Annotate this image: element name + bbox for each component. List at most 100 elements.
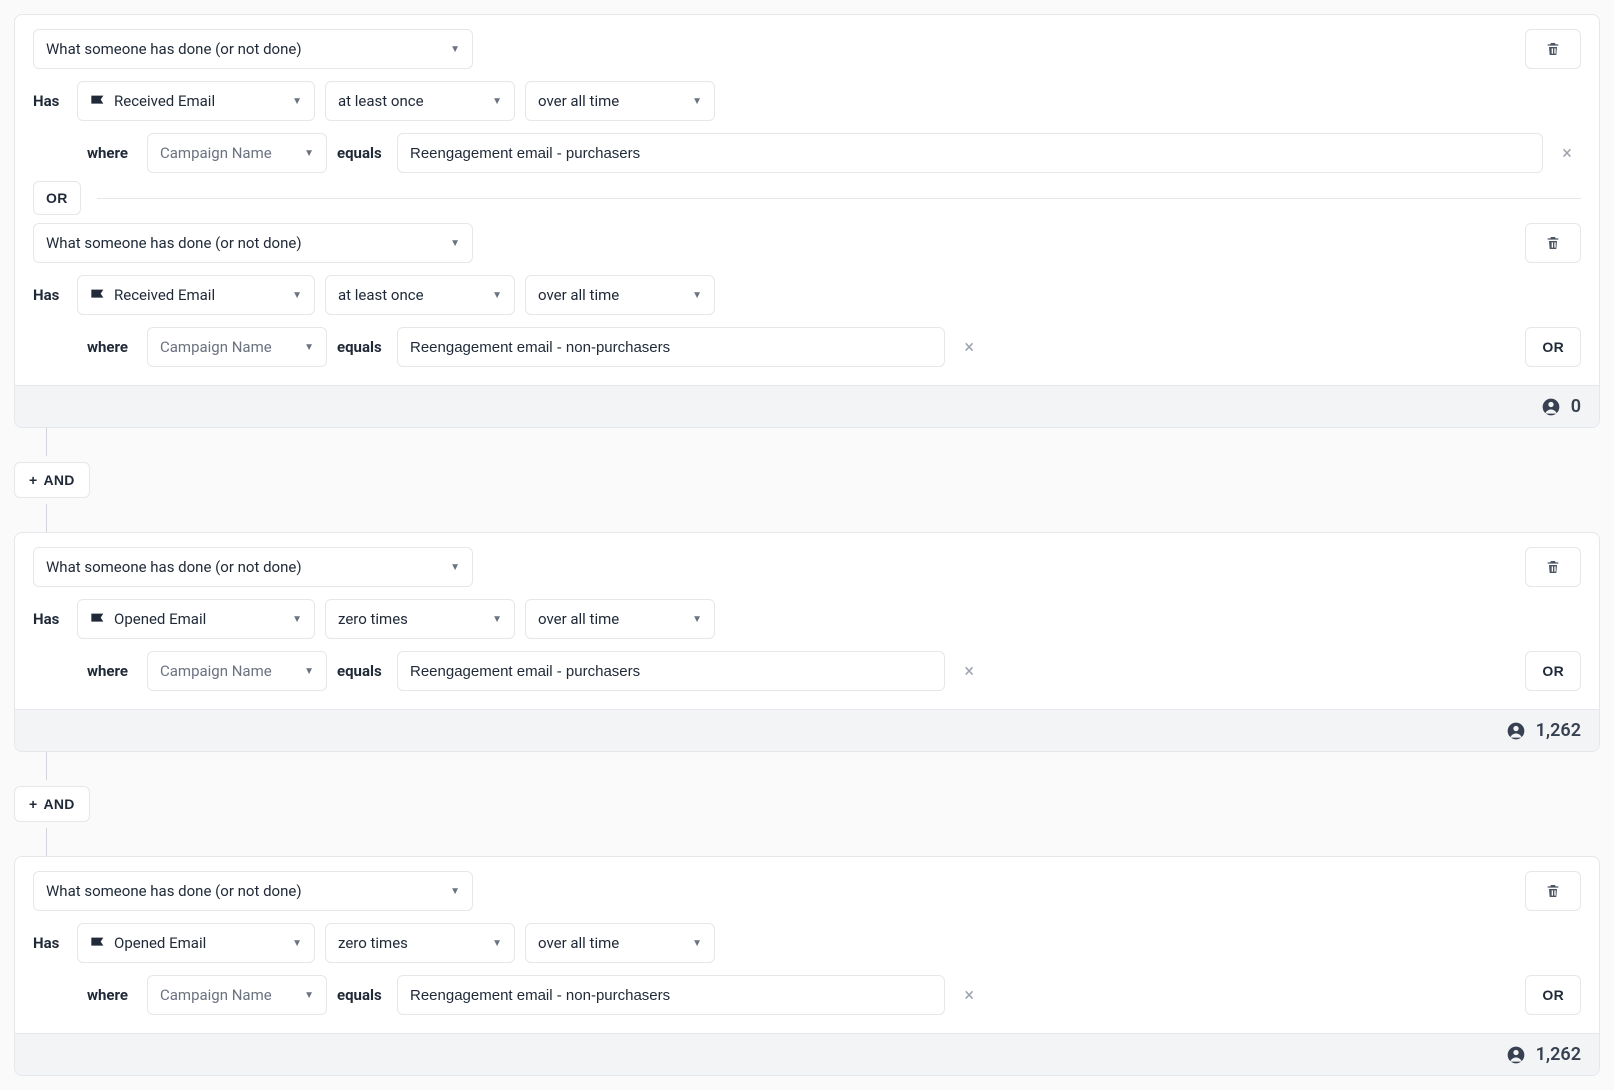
where-value-input[interactable] <box>397 327 945 367</box>
block-footer: 1,262 <box>15 1033 1599 1075</box>
where-value-input[interactable] <box>397 651 945 691</box>
metric-label: Received Email <box>114 286 215 304</box>
member-count: 0 <box>1571 396 1581 417</box>
add-and-button[interactable]: + AND <box>14 462 90 498</box>
delete-button[interactable] <box>1525 547 1581 587</box>
equals-label: equals <box>337 662 387 680</box>
chevron-down-icon: ▼ <box>292 96 302 107</box>
where-label: where <box>87 986 137 1004</box>
condition-block-2: What someone has done (or not done) ▼ Ha… <box>14 532 1600 752</box>
frequency-select[interactable]: zero times ▼ <box>325 923 515 963</box>
time-label: over all time <box>538 92 619 110</box>
chevron-down-icon: ▼ <box>292 614 302 625</box>
member-count: 1,262 <box>1536 1044 1581 1065</box>
has-label: Has <box>33 286 67 304</box>
chevron-down-icon: ▼ <box>450 44 460 55</box>
chevron-down-icon: ▼ <box>304 666 314 677</box>
where-attribute-label: Campaign Name <box>160 338 272 356</box>
condition-block-1: What someone has done (or not done) ▼ Ha… <box>14 14 1600 428</box>
chevron-down-icon: ▼ <box>450 886 460 897</box>
delete-button[interactable] <box>1525 223 1581 263</box>
chevron-down-icon: ▼ <box>692 290 702 301</box>
flag-icon <box>90 288 106 302</box>
or-label: OR <box>1542 663 1564 679</box>
or-label: OR <box>46 190 68 206</box>
trigger-label: What someone has done (or not done) <box>46 234 302 252</box>
chevron-down-icon: ▼ <box>492 96 502 107</box>
metric-select[interactable]: Opened Email ▼ <box>77 599 315 639</box>
and-label: AND <box>43 796 74 812</box>
frequency-select[interactable]: at least once ▼ <box>325 275 515 315</box>
has-label: Has <box>33 610 67 628</box>
add-or-button[interactable]: OR <box>1525 651 1581 691</box>
metric-label: Opened Email <box>114 934 206 952</box>
trigger-select[interactable]: What someone has done (or not done) ▼ <box>33 223 473 263</box>
chevron-down-icon: ▼ <box>692 96 702 107</box>
chevron-down-icon: ▼ <box>292 290 302 301</box>
chevron-down-icon: ▼ <box>492 614 502 625</box>
add-or-button[interactable]: OR <box>1525 327 1581 367</box>
time-select[interactable]: over all time ▼ <box>525 599 715 639</box>
frequency-label: zero times <box>338 934 408 952</box>
clear-where-button[interactable]: × <box>955 337 983 358</box>
chevron-down-icon: ▼ <box>304 148 314 159</box>
clear-where-button[interactable]: × <box>955 985 983 1006</box>
frequency-select[interactable]: zero times ▼ <box>325 599 515 639</box>
trash-icon <box>1545 41 1561 57</box>
equals-label: equals <box>337 338 387 356</box>
equals-label: equals <box>337 144 387 162</box>
where-attribute-label: Campaign Name <box>160 144 272 162</box>
time-select[interactable]: over all time ▼ <box>525 81 715 121</box>
trigger-label: What someone has done (or not done) <box>46 558 302 576</box>
flag-icon <box>90 612 106 626</box>
connector-line <box>46 752 1600 780</box>
person-icon <box>1506 1045 1526 1065</box>
plus-icon: + <box>29 472 37 488</box>
equals-label: equals <box>337 986 387 1004</box>
where-value-input[interactable] <box>397 975 945 1015</box>
flag-icon <box>90 94 106 108</box>
chevron-down-icon: ▼ <box>292 938 302 949</box>
time-select[interactable]: over all time ▼ <box>525 275 715 315</box>
has-label: Has <box>33 934 67 952</box>
trigger-select[interactable]: What someone has done (or not done) ▼ <box>33 29 473 69</box>
add-and-button[interactable]: + AND <box>14 786 90 822</box>
trash-icon <box>1545 235 1561 251</box>
add-or-button[interactable]: OR <box>1525 975 1581 1015</box>
person-icon <box>1541 397 1561 417</box>
person-icon <box>1506 721 1526 741</box>
metric-label: Received Email <box>114 92 215 110</box>
chevron-down-icon: ▼ <box>450 562 460 573</box>
frequency-select[interactable]: at least once ▼ <box>325 81 515 121</box>
where-label: where <box>87 662 137 680</box>
trigger-select[interactable]: What someone has done (or not done) ▼ <box>33 547 473 587</box>
time-select[interactable]: over all time ▼ <box>525 923 715 963</box>
trigger-select[interactable]: What someone has done (or not done) ▼ <box>33 871 473 911</box>
time-label: over all time <box>538 610 619 628</box>
time-label: over all time <box>538 934 619 952</box>
frequency-label: at least once <box>338 92 424 110</box>
where-value-input[interactable] <box>397 133 1543 173</box>
where-attribute-select[interactable]: Campaign Name ▼ <box>147 651 327 691</box>
condition-block-3: What someone has done (or not done) ▼ Ha… <box>14 856 1600 1076</box>
clear-where-button[interactable]: × <box>955 661 983 682</box>
trash-icon <box>1545 559 1561 575</box>
where-attribute-select[interactable]: Campaign Name ▼ <box>147 133 327 173</box>
delete-button[interactable] <box>1525 871 1581 911</box>
chevron-down-icon: ▼ <box>492 938 502 949</box>
trigger-label: What someone has done (or not done) <box>46 882 302 900</box>
metric-select[interactable]: Received Email ▼ <box>77 81 315 121</box>
connector-line <box>46 828 1600 856</box>
metric-select[interactable]: Opened Email ▼ <box>77 923 315 963</box>
flag-icon <box>90 936 106 950</box>
metric-select[interactable]: Received Email ▼ <box>77 275 315 315</box>
trash-icon <box>1545 883 1561 899</box>
where-attribute-select[interactable]: Campaign Name ▼ <box>147 975 327 1015</box>
plus-icon: + <box>29 796 37 812</box>
delete-button[interactable] <box>1525 29 1581 69</box>
where-attribute-select[interactable]: Campaign Name ▼ <box>147 327 327 367</box>
clear-where-button[interactable]: × <box>1553 143 1581 164</box>
block-footer: 0 <box>15 385 1599 427</box>
where-label: where <box>87 144 137 162</box>
or-divider-button[interactable]: OR <box>33 181 81 215</box>
